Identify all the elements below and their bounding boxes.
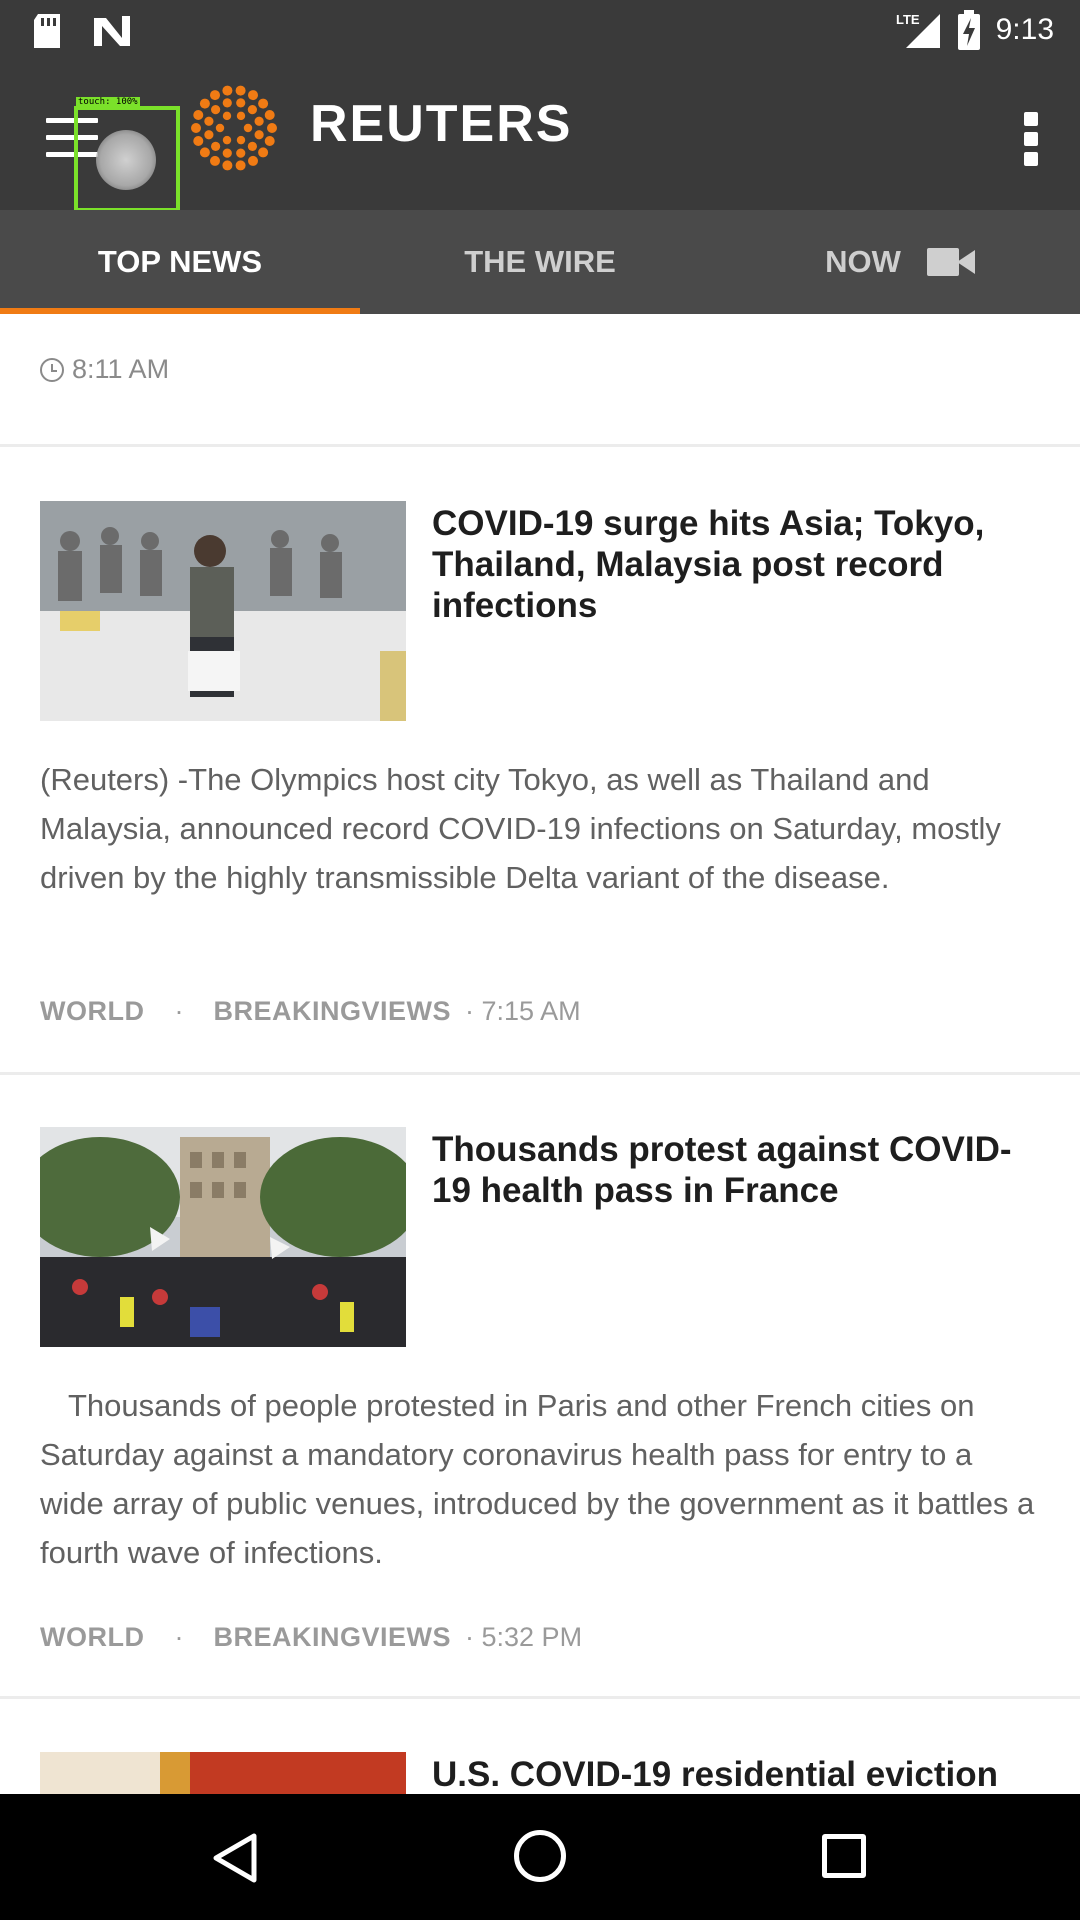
logo-dot — [222, 85, 233, 96]
logo-dot — [222, 98, 232, 108]
logo-dot — [243, 123, 253, 133]
logo-dot — [247, 105, 257, 115]
tab-bar: TOP NEWS THE WIRE NOW — [0, 210, 1080, 314]
article-card[interactable]: Thousands protest against COVID-19 healt… — [0, 1127, 1080, 1707]
logo-dot — [204, 130, 214, 140]
logo-dot — [193, 110, 204, 121]
news-feed[interactable]: 8:11 AM COVID-19 surge hits Asia; Tokyo,… — [0, 314, 1080, 1794]
logo-dot — [248, 155, 258, 166]
article-headline[interactable]: U.S. COVID-19 residential eviction — [432, 1754, 1032, 1794]
status-time: 9:13 — [995, 13, 1054, 46]
article-time: · 7:15 AM — [465, 996, 581, 1026]
article-headline[interactable]: COVID-19 surge hits Asia; Tokyo, Thailan… — [432, 503, 1032, 626]
logo-dot — [222, 160, 233, 171]
divider — [0, 444, 1080, 447]
article-thumbnail[interactable] — [40, 1752, 406, 1794]
divider — [0, 1696, 1080, 1699]
clock-icon — [40, 357, 64, 382]
logo-dot — [215, 123, 225, 133]
back-icon[interactable] — [212, 1832, 258, 1884]
logo-dot — [211, 105, 221, 115]
logo-dot — [222, 135, 232, 145]
article-summary: Thousands of people protested in Paris a… — [40, 1388, 1035, 1570]
logo-dot — [236, 98, 246, 108]
logo-dot — [258, 147, 269, 158]
logo-dot — [222, 111, 232, 121]
signal-icon: LTE — [896, 12, 940, 48]
logo-dot — [210, 90, 220, 101]
logo-dot — [235, 160, 246, 171]
article-meta: WORLD · BREAKINGVIEWS · 5:32 PM — [40, 1622, 582, 1653]
tab-label: THE WIRE — [464, 244, 616, 279]
logo-dot — [235, 85, 246, 96]
article-meta: WORLD · BREAKINGVIEWS · 7:15 AM — [40, 996, 581, 1027]
logo-dot — [254, 116, 264, 126]
article-thumbnail[interactable] — [40, 501, 406, 721]
category-tag-world[interactable]: WORLD — [40, 1622, 144, 1653]
logo-dot — [258, 98, 269, 109]
touch-label: touch: 100% — [76, 97, 140, 108]
overflow-menu-icon[interactable] — [1024, 112, 1040, 166]
logo-dot — [210, 155, 220, 166]
sd-card-icon — [34, 14, 60, 48]
logo-dot — [264, 135, 275, 146]
logo-dot — [267, 123, 277, 133]
article-card[interactable]: U.S. COVID-19 residential eviction — [0, 1752, 1080, 1794]
logo-dot — [193, 135, 204, 146]
status-bar: LTE 9:13 — [0, 0, 1080, 62]
tab-label: TOP NEWS — [97, 244, 263, 279]
logo-dot — [236, 111, 246, 121]
tab-top-news[interactable]: TOP NEWS — [0, 210, 360, 314]
logo-dot — [254, 130, 264, 140]
logo-dot — [236, 135, 246, 145]
recent-apps-icon[interactable] — [822, 1834, 866, 1878]
tab-the-wire[interactable]: THE WIRE — [360, 210, 720, 314]
category-tag-breakingviews[interactable]: BREAKINGVIEWS — [213, 996, 451, 1027]
home-icon[interactable] — [514, 1830, 566, 1882]
video-camera-icon — [926, 248, 975, 276]
logo-dot — [211, 141, 221, 151]
battery-charging-icon — [957, 10, 980, 50]
touch-highlight-box — [74, 106, 180, 212]
logo-dot — [264, 110, 275, 121]
logo-dot — [236, 148, 246, 158]
logo-dot — [199, 98, 210, 109]
article-card[interactable]: COVID-19 surge hits Asia; Tokyo, Thailan… — [0, 501, 1080, 1081]
category-tag-world[interactable]: WORLD — [40, 996, 144, 1027]
tab-now[interactable]: NOW — [720, 210, 1080, 314]
separator-dot: · — [174, 1622, 184, 1652]
app-logo-text: REUTERS — [310, 95, 573, 153]
logo-dot — [204, 116, 214, 126]
separator-dot: · — [174, 996, 184, 1026]
article-thumbnail[interactable] — [40, 1127, 406, 1347]
divider — [0, 1072, 1080, 1075]
logo-dot — [248, 90, 258, 101]
network-label: LTE — [896, 12, 920, 27]
article-time: · 5:32 PM — [465, 1622, 583, 1652]
timestamp: 8:11 AM — [72, 354, 170, 384]
category-tag-breakingviews[interactable]: BREAKINGVIEWS — [213, 1622, 451, 1653]
logo-dot — [199, 147, 210, 158]
article-headline[interactable]: Thousands protest against COVID-19 healt… — [432, 1129, 1032, 1211]
n-notification-icon — [94, 16, 130, 46]
article-summary: (Reuters) -The Olympics host city Tokyo,… — [40, 762, 1001, 895]
tab-label: NOW — [825, 244, 901, 279]
logo-dot — [247, 141, 257, 151]
system-nav-bar — [0, 1794, 1080, 1920]
partial-item-time: 8:11 AM — [40, 354, 169, 385]
logo-dot — [191, 123, 201, 133]
reuters-logo-icon — [191, 85, 277, 171]
logo-dot — [222, 148, 232, 158]
